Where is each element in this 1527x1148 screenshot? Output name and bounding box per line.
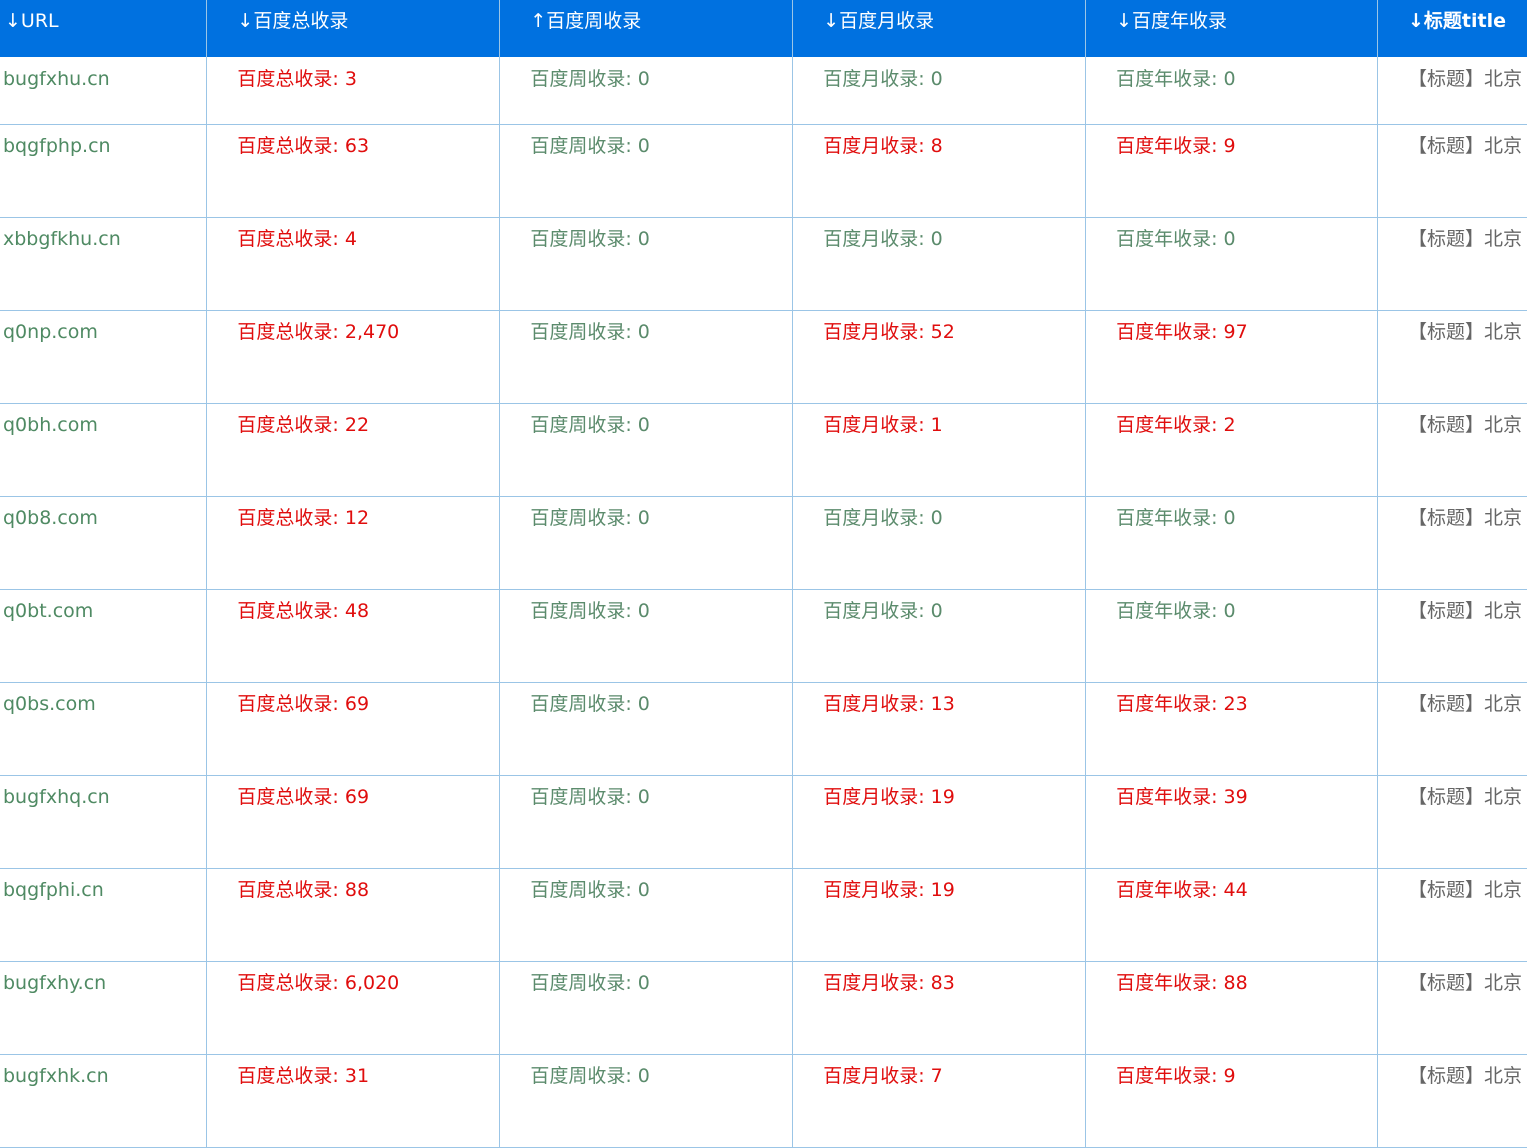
month-index-cell: 百度月收录: 0 — [792, 217, 1087, 311]
url-cell[interactable]: bugfxhk.cn — [0, 1054, 208, 1148]
title-cell: 【标题】北京 — [1377, 868, 1527, 962]
week-index-cell: 百度周收录: 0 — [499, 682, 794, 776]
week-index-cell: 百度周收录: 0 — [499, 496, 794, 590]
month-index-cell: 百度月收录: 7 — [792, 1054, 1087, 1148]
title-cell: 【标题】北京 — [1377, 217, 1527, 311]
url-cell[interactable]: q0bs.com — [0, 682, 208, 776]
title-cell: 【标题】北京 — [1377, 124, 1527, 218]
total-index-cell: 百度总收录: 31 — [206, 1054, 501, 1148]
table-row: q0b8.com 百度总收录: 12 百度周收录: 0 百度月收录: 0 百度年收录: … — [0, 496, 1527, 590]
total-index-cell: 百度总收录: 69 — [206, 775, 501, 869]
month-index-cell: 百度月收录: 13 — [792, 682, 1087, 776]
header-row: ↓URL ↓百度总收录 ↑百度周收录 ↓百度月收录 ↓百度年收录 ↓标题titl… — [0, 0, 1527, 57]
url-cell[interactable]: bugfxhy.cn — [0, 961, 208, 1055]
title-cell: 【标题】北京 — [1377, 961, 1527, 1055]
year-index-cell: 百度年收录: 39 — [1085, 775, 1378, 869]
table-row: q0bt.com 百度总收录: 48 百度周收录: 0 百度月收录: 0 百度年收录: … — [0, 589, 1527, 683]
title-cell: 【标题】北京 — [1377, 589, 1527, 683]
week-index-cell: 百度周收录: 0 — [499, 589, 794, 683]
year-index-cell: 百度年收录: 0 — [1085, 217, 1378, 311]
title-cell: 【标题】北京 — [1377, 57, 1527, 125]
week-index-cell: 百度周收录: 0 — [499, 310, 794, 404]
total-index-cell: 百度总收录: 69 — [206, 682, 501, 776]
year-index-cell: 百度年收录: 88 — [1085, 961, 1378, 1055]
month-index-cell: 百度月收录: 0 — [792, 496, 1087, 590]
title-cell: 【标题】北京 — [1377, 403, 1527, 497]
week-index-cell: 百度周收录: 0 — [499, 1054, 794, 1148]
total-index-cell: 百度总收录: 3 — [206, 57, 501, 125]
week-index-cell: 百度周收录: 0 — [499, 57, 794, 125]
table-row: xbbgfkhu.cn 百度总收录: 4 百度周收录: 0 百度月收录: 0 百度年收录… — [0, 217, 1527, 311]
sort-year-header[interactable]: ↓百度年收录 — [1085, 0, 1378, 57]
sort-week-header[interactable]: ↑百度周收录 — [499, 0, 794, 57]
month-index-cell: 百度月收录: 83 — [792, 961, 1087, 1055]
table-row: bugfxhy.cn 百度总收录: 6,020 百度周收录: 0 百度月收录: 83 百… — [0, 961, 1527, 1055]
table-row: bqgfphi.cn 百度总收录: 88 百度周收录: 0 百度月收录: 19 百度年收… — [0, 868, 1527, 962]
table-row: bugfxhq.cn 百度总收录: 69 百度周收录: 0 百度月收录: 19 百度年收… — [0, 775, 1527, 869]
total-index-cell: 百度总收录: 63 — [206, 124, 501, 218]
year-index-cell: 百度年收录: 9 — [1085, 1054, 1378, 1148]
sort-month-header[interactable]: ↓百度月收录 — [792, 0, 1087, 57]
total-index-cell: 百度总收录: 88 — [206, 868, 501, 962]
table-row: bugfxhk.cn 百度总收录: 31 百度周收录: 0 百度月收录: 7 百度年收录… — [0, 1054, 1527, 1148]
month-index-cell: 百度月收录: 19 — [792, 775, 1087, 869]
total-index-cell: 百度总收录: 48 — [206, 589, 501, 683]
year-index-cell: 百度年收录: 0 — [1085, 57, 1378, 125]
sort-url-header[interactable]: ↓URL — [0, 0, 208, 57]
sort-title-header[interactable]: ↓标题title — [1377, 0, 1527, 57]
year-index-cell: 百度年收录: 97 — [1085, 310, 1378, 404]
url-cell[interactable]: xbbgfkhu.cn — [0, 217, 208, 311]
total-index-cell: 百度总收录: 22 — [206, 403, 501, 497]
month-index-cell: 百度月收录: 0 — [792, 57, 1087, 125]
year-index-cell: 百度年收录: 0 — [1085, 589, 1378, 683]
total-index-cell: 百度总收录: 6,020 — [206, 961, 501, 1055]
url-cell[interactable]: q0np.com — [0, 310, 208, 404]
week-index-cell: 百度周收录: 0 — [499, 403, 794, 497]
week-index-cell: 百度周收录: 0 — [499, 217, 794, 311]
total-index-cell: 百度总收录: 4 — [206, 217, 501, 311]
table-body: bugfxhu.cn 百度总收录: 3 百度周收录: 0 百度月收录: 0 百度年收录:… — [0, 57, 1527, 1148]
week-index-cell: 百度周收录: 0 — [499, 775, 794, 869]
sort-total-header[interactable]: ↓百度总收录 — [206, 0, 501, 57]
year-index-cell: 百度年收录: 2 — [1085, 403, 1378, 497]
week-index-cell: 百度周收录: 0 — [499, 961, 794, 1055]
url-cell[interactable]: bqgfphi.cn — [0, 868, 208, 962]
url-cell[interactable]: bugfxhu.cn — [0, 57, 208, 125]
table-row: q0np.com 百度总收录: 2,470 百度周收录: 0 百度月收录: 52 百度年… — [0, 310, 1527, 404]
table-row: q0bh.com 百度总收录: 22 百度周收录: 0 百度月收录: 1 百度年收录: … — [0, 403, 1527, 497]
month-index-cell: 百度月收录: 19 — [792, 868, 1087, 962]
year-index-cell: 百度年收录: 23 — [1085, 682, 1378, 776]
month-index-cell: 百度月收录: 0 — [792, 589, 1087, 683]
url-cell[interactable]: q0b8.com — [0, 496, 208, 590]
year-index-cell: 百度年收录: 44 — [1085, 868, 1378, 962]
seo-table: ↓URL ↓百度总收录 ↑百度周收录 ↓百度月收录 ↓百度年收录 ↓标题titl… — [0, 0, 1527, 1148]
week-index-cell: 百度周收录: 0 — [499, 124, 794, 218]
year-index-cell: 百度年收录: 9 — [1085, 124, 1378, 218]
title-cell: 【标题】北京 — [1377, 682, 1527, 776]
title-cell: 【标题】北京 — [1377, 775, 1527, 869]
total-index-cell: 百度总收录: 12 — [206, 496, 501, 590]
title-cell: 【标题】北京 — [1377, 310, 1527, 404]
month-index-cell: 百度月收录: 8 — [792, 124, 1087, 218]
table-row: bqgfphp.cn 百度总收录: 63 百度周收录: 0 百度月收录: 8 百度年收录… — [0, 124, 1527, 218]
total-index-cell: 百度总收录: 2,470 — [206, 310, 501, 404]
month-index-cell: 百度月收录: 1 — [792, 403, 1087, 497]
year-index-cell: 百度年收录: 0 — [1085, 496, 1378, 590]
week-index-cell: 百度周收录: 0 — [499, 868, 794, 962]
table-row: q0bs.com 百度总收录: 69 百度周收录: 0 百度月收录: 13 百度年收录:… — [0, 682, 1527, 776]
title-cell: 【标题】北京 — [1377, 1054, 1527, 1148]
table-row: bugfxhu.cn 百度总收录: 3 百度周收录: 0 百度月收录: 0 百度年收录:… — [0, 57, 1527, 125]
url-cell[interactable]: q0bt.com — [0, 589, 208, 683]
seo-data-grid: ↓URL ↓百度总收录 ↑百度周收录 ↓百度月收录 ↓百度年收录 ↓标题titl… — [0, 0, 1527, 1148]
month-index-cell: 百度月收录: 52 — [792, 310, 1087, 404]
url-cell[interactable]: q0bh.com — [0, 403, 208, 497]
url-cell[interactable]: bugfxhq.cn — [0, 775, 208, 869]
title-cell: 【标题】北京 — [1377, 496, 1527, 590]
url-cell[interactable]: bqgfphp.cn — [0, 124, 208, 218]
